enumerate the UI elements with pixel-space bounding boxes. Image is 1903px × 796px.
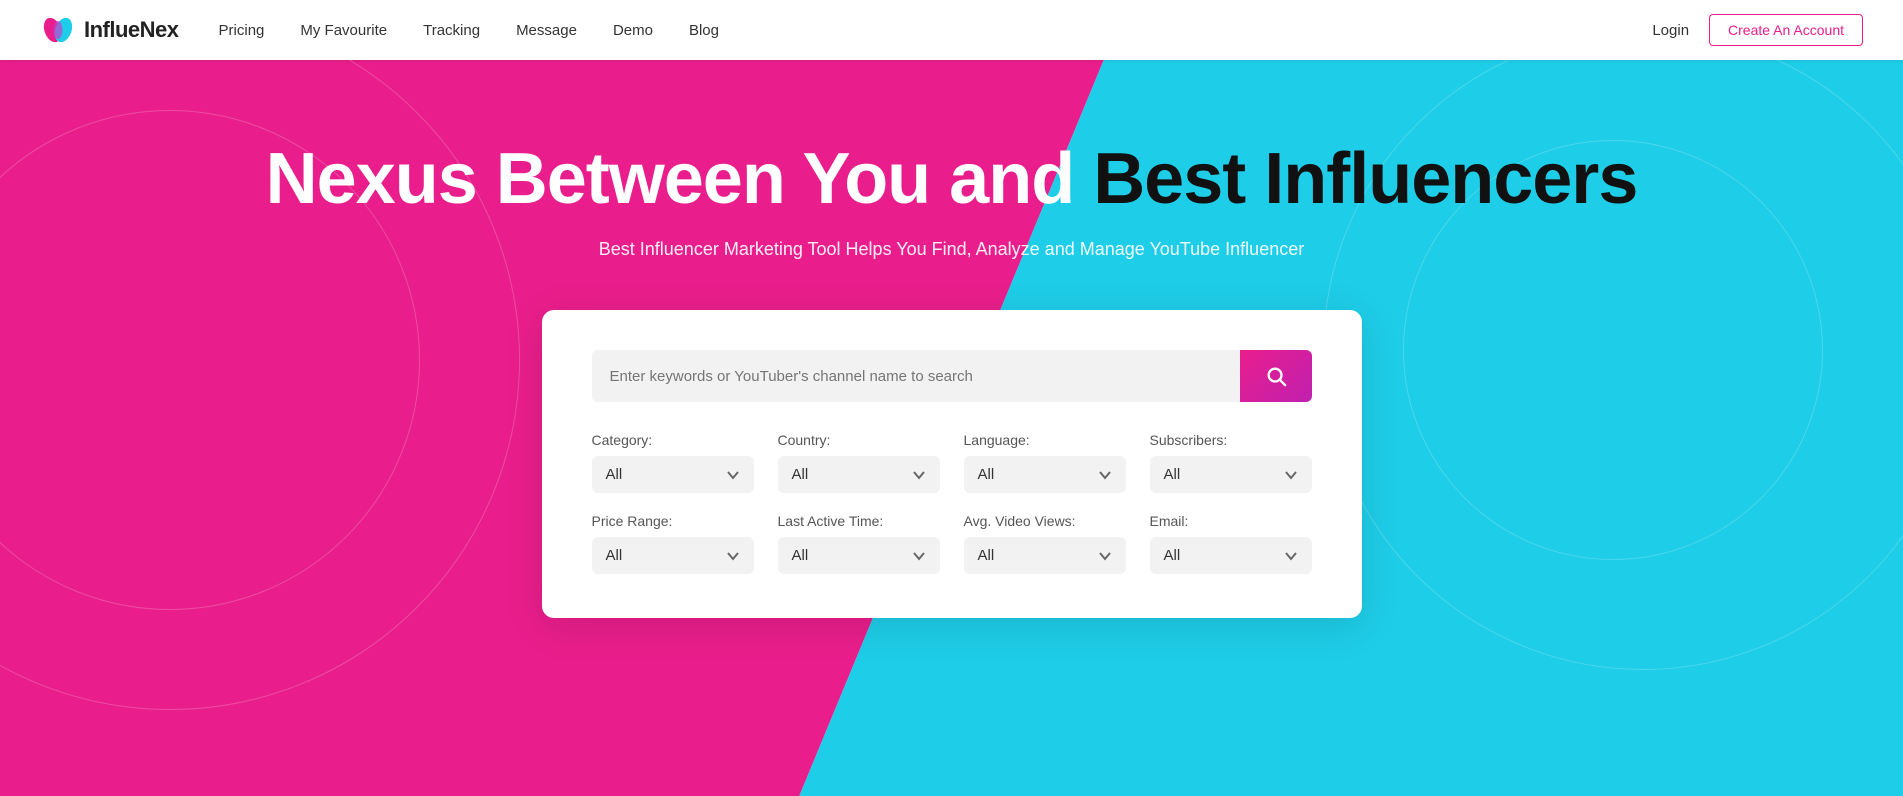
login-button[interactable]: Login	[1652, 22, 1689, 39]
filter-price-range: Price Range: All	[592, 513, 754, 574]
nav-message[interactable]: Message	[516, 22, 577, 39]
search-icon	[1265, 365, 1287, 387]
filter-avg-video-views-label: Avg. Video Views:	[964, 513, 1126, 529]
chevron-down-icon	[1098, 549, 1112, 563]
hero-subtitle: Best Influencer Marketing Tool Helps You…	[599, 239, 1304, 260]
search-card: Category: All Country: All Language:	[542, 310, 1362, 618]
filter-country-select[interactable]: All	[778, 456, 940, 493]
hero-section: Nexus Between You and Best Influencers B…	[0, 60, 1903, 796]
filter-avg-video-views-value: All	[978, 547, 995, 564]
search-input[interactable]	[592, 350, 1240, 402]
nav-right: Login Create An Account	[1652, 14, 1863, 46]
hero-title-black: Best Influencers	[1093, 139, 1637, 219]
filter-category: Category: All	[592, 432, 754, 493]
chevron-down-icon	[726, 468, 740, 482]
filter-last-active-time: Last Active Time: All	[778, 513, 940, 574]
chevron-down-icon	[1284, 468, 1298, 482]
filter-email-label: Email:	[1150, 513, 1312, 529]
navbar: InflueNex Pricing My Favourite Tracking …	[0, 0, 1903, 60]
nav-pricing[interactable]: Pricing	[219, 22, 265, 39]
filter-subscribers: Subscribers: All	[1150, 432, 1312, 493]
filter-last-active-time-label: Last Active Time:	[778, 513, 940, 529]
filter-avg-video-views-select[interactable]: All	[964, 537, 1126, 574]
filter-grid: Category: All Country: All Language:	[592, 432, 1312, 574]
filter-subscribers-select[interactable]: All	[1150, 456, 1312, 493]
filter-country-label: Country:	[778, 432, 940, 448]
filter-language-select[interactable]: All	[964, 456, 1126, 493]
filter-price-range-value: All	[606, 547, 623, 564]
nav-my-favourite[interactable]: My Favourite	[300, 22, 387, 39]
logo-text: InflueNex	[84, 17, 179, 43]
filter-language-label: Language:	[964, 432, 1126, 448]
chevron-down-icon	[912, 549, 926, 563]
filter-email: Email: All	[1150, 513, 1312, 574]
hero-title: Nexus Between You and Best Influencers	[266, 140, 1638, 219]
create-account-button[interactable]: Create An Account	[1709, 14, 1863, 46]
hero-content: Nexus Between You and Best Influencers B…	[0, 140, 1903, 618]
filter-subscribers-value: All	[1164, 466, 1181, 483]
hero-title-white: Nexus Between You and	[266, 139, 1094, 219]
chevron-down-icon	[1284, 549, 1298, 563]
search-button[interactable]	[1240, 350, 1312, 402]
search-row	[592, 350, 1312, 402]
logo-icon	[40, 12, 76, 48]
filter-country: Country: All	[778, 432, 940, 493]
filter-category-select[interactable]: All	[592, 456, 754, 493]
filter-category-label: Category:	[592, 432, 754, 448]
filter-price-range-label: Price Range:	[592, 513, 754, 529]
filter-last-active-time-select[interactable]: All	[778, 537, 940, 574]
filter-language: Language: All	[964, 432, 1126, 493]
chevron-down-icon	[1098, 468, 1112, 482]
nav-blog[interactable]: Blog	[689, 22, 719, 39]
filter-last-active-time-value: All	[792, 547, 809, 564]
nav-tracking[interactable]: Tracking	[423, 22, 480, 39]
filter-email-value: All	[1164, 547, 1181, 564]
filter-category-value: All	[606, 466, 623, 483]
chevron-down-icon	[726, 549, 740, 563]
filter-country-value: All	[792, 466, 809, 483]
filter-language-value: All	[978, 466, 995, 483]
filter-avg-video-views: Avg. Video Views: All	[964, 513, 1126, 574]
logo[interactable]: InflueNex	[40, 12, 179, 48]
chevron-down-icon	[912, 468, 926, 482]
filter-email-select[interactable]: All	[1150, 537, 1312, 574]
filter-subscribers-label: Subscribers:	[1150, 432, 1312, 448]
filter-price-range-select[interactable]: All	[592, 537, 754, 574]
nav-links: Pricing My Favourite Tracking Message De…	[219, 22, 1653, 39]
nav-demo[interactable]: Demo	[613, 22, 653, 39]
